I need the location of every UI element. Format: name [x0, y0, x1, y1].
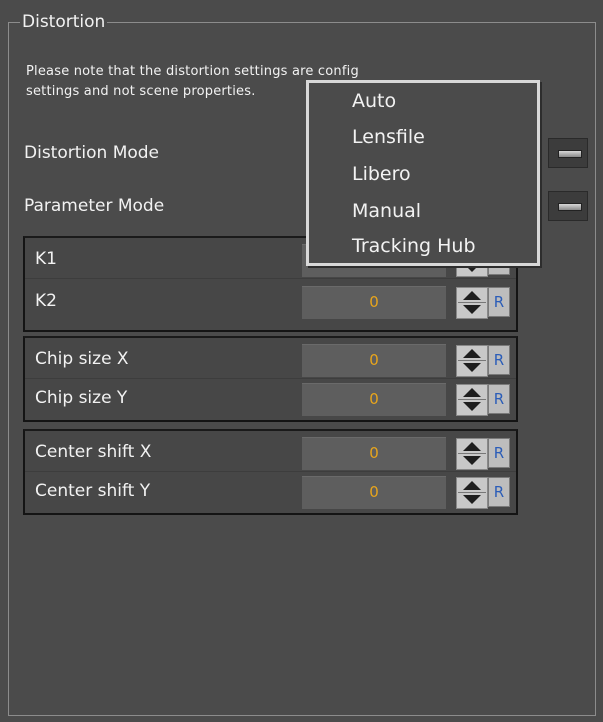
k2-label: K2 — [35, 291, 57, 311]
chip-size-x-field[interactable]: 0 — [302, 344, 446, 377]
center-shift-y-row: Center shift Y 0 R — [25, 473, 516, 511]
center-shift-x-reset-button[interactable]: R — [488, 438, 510, 468]
center-shift-x-label: Center shift X — [35, 442, 152, 462]
center-shift-y-value[interactable]: 0 — [302, 483, 446, 501]
arrow-up-icon[interactable] — [463, 291, 481, 300]
chip-size-group: Chip size X 0 R Chip size Y 0 R — [23, 336, 518, 422]
center-shift-y-reset-button[interactable]: R — [488, 477, 510, 507]
distortion-mode-label: Distortion Mode — [24, 143, 160, 163]
dropdown-item-manual[interactable]: Manual — [352, 200, 421, 222]
dropdown-item-tracking-hub[interactable]: Tracking Hub — [352, 235, 476, 257]
center-shift-group: Center shift X 0 R Center shift Y 0 R — [23, 429, 518, 515]
arrow-down-icon[interactable] — [463, 305, 481, 314]
dropdown-knob-icon — [558, 150, 582, 158]
chip-size-x-spinner[interactable] — [456, 345, 488, 377]
chip-size-x-reset-button[interactable]: R — [488, 345, 510, 375]
chip-size-x-label: Chip size X — [35, 349, 129, 369]
parameter-mode-button[interactable] — [548, 191, 588, 221]
distortion-mode-button[interactable] — [548, 138, 588, 168]
config-note-line1: Please note that the distortion settings… — [26, 64, 359, 79]
dropdown-item-auto[interactable]: Auto — [352, 90, 396, 112]
chip-size-x-row: Chip size X 0 R — [25, 341, 516, 379]
center-shift-y-spinner[interactable] — [456, 477, 488, 509]
chip-size-y-value[interactable]: 0 — [302, 390, 446, 408]
arrow-up-icon[interactable] — [463, 442, 481, 451]
center-shift-x-value[interactable]: 0 — [302, 444, 446, 462]
chip-size-y-row: Chip size Y 0 R — [25, 380, 516, 418]
center-shift-x-row: Center shift X 0 R — [25, 434, 516, 472]
arrow-up-icon[interactable] — [463, 349, 481, 358]
k2-spinner[interactable] — [456, 287, 488, 319]
arrow-down-icon[interactable] — [463, 402, 481, 411]
k2-reset-button[interactable]: R — [488, 287, 510, 317]
k2-value[interactable]: 0 — [302, 293, 446, 311]
chip-size-y-field[interactable]: 0 — [302, 383, 446, 416]
chip-size-x-value[interactable]: 0 — [302, 351, 446, 369]
dropdown-item-libero[interactable]: Libero — [352, 163, 411, 185]
arrow-down-icon[interactable] — [463, 363, 481, 372]
distortion-panel: Distortion Please note that the distorti… — [0, 0, 603, 722]
parameter-mode-label: Parameter Mode — [24, 196, 165, 216]
dropdown-item-lensfile[interactable]: Lensfile — [352, 126, 425, 148]
chip-size-y-spinner[interactable] — [456, 384, 488, 416]
arrow-down-icon[interactable] — [463, 495, 481, 504]
center-shift-y-label: Center shift Y — [35, 481, 151, 501]
arrow-up-icon[interactable] — [463, 388, 481, 397]
k2-row: K2 0 R — [25, 283, 516, 321]
center-shift-x-field[interactable]: 0 — [302, 437, 446, 470]
center-shift-y-field[interactable]: 0 — [302, 476, 446, 509]
k1-label: K1 — [35, 249, 57, 269]
chip-size-y-label: Chip size Y — [35, 388, 128, 408]
center-shift-x-spinner[interactable] — [456, 438, 488, 470]
distortion-mode-dropdown: Auto Lensfile Libero Manual Tracking Hub — [306, 80, 540, 266]
arrow-down-icon[interactable] — [463, 456, 481, 465]
frame-title: Distortion — [20, 12, 108, 32]
k2-field[interactable]: 0 — [302, 286, 446, 319]
dropdown-knob-icon — [558, 203, 582, 211]
arrow-up-icon[interactable] — [463, 481, 481, 490]
chip-size-y-reset-button[interactable]: R — [488, 384, 510, 414]
